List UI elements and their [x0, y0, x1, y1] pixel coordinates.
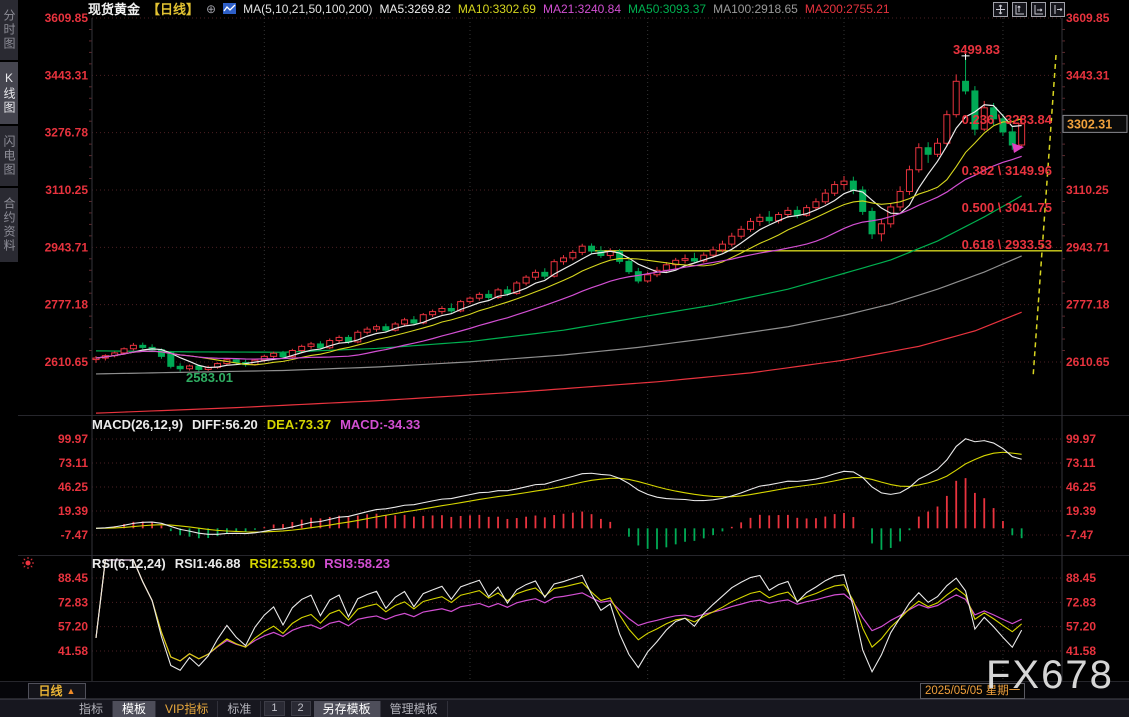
mini-chart-icon[interactable] — [223, 3, 236, 14]
macd-axis-label-right: 46.25 — [1066, 480, 1096, 494]
fib-0382-label: 0.382 \ 3149.96 — [962, 163, 1052, 178]
price-axis-label-left: 3443.31 — [45, 68, 89, 82]
ma-param-label: MA(5,10,21,50,100,200) — [243, 2, 372, 16]
ma21-value: MA21:3240.84 — [543, 2, 621, 16]
rsi3-value: RSI3:58.23 — [324, 556, 390, 571]
macd-axis-label-left: -7.47 — [61, 528, 89, 542]
rsi-title: RSI(6,12,24) — [92, 556, 166, 571]
ma5-value: MA5:3269.82 — [380, 2, 451, 16]
fib-0618-label: 0.618 \ 2933.53 — [962, 237, 1052, 252]
dashed-trend-line[interactable] — [1033, 55, 1056, 378]
tab-slot-1[interactable]: 1 — [264, 701, 284, 716]
sidebar-item-contract-info[interactable]: 合约资料 — [0, 188, 18, 262]
dea-line — [96, 452, 1022, 532]
rsi2-line — [96, 560, 1022, 661]
high-price-label: 3499.83 — [953, 42, 1000, 57]
rsi3-line — [96, 560, 1022, 661]
fib-0500-label: 0.500 \ 3041.75 — [962, 200, 1052, 215]
sidebar-item-kline-chart[interactable]: K线图 — [0, 62, 18, 124]
price-axis-label-left: 3110.25 — [45, 183, 88, 197]
period-selector[interactable]: 日线 ▲ — [28, 683, 86, 699]
price-axis-label-right: 2610.65 — [1066, 355, 1110, 369]
price-axis-label-left: 2610.65 — [45, 355, 89, 369]
tab-indicators[interactable]: 指标 — [70, 701, 113, 717]
sidebar-item-time-chart[interactable]: 分时图 — [0, 0, 18, 60]
price-axis-label-left: 3276.78 — [45, 126, 89, 140]
tab-manage-template[interactable]: 管理模板 — [381, 701, 448, 717]
period-arrow-icon: ▲ — [67, 687, 76, 696]
macd-axis-label-left: 99.97 — [58, 432, 88, 446]
price-axis-label-left: 2777.18 — [45, 298, 89, 312]
rsi-axis-label-right: 57.20 — [1066, 620, 1096, 634]
price-axis-label-right: 2777.18 — [1066, 298, 1110, 312]
macd-value: MACD:-34.33 — [340, 417, 420, 432]
tab-template[interactable]: 模板 — [113, 701, 156, 717]
macd-axis-label-right: 19.39 — [1066, 504, 1096, 518]
export-chart-icon[interactable] — [1050, 2, 1065, 17]
price-axis-label-right: 3443.31 — [1066, 68, 1110, 82]
price-axis-label-left: 2943.71 — [45, 240, 89, 254]
bottom-toolbar: 指标 模板 VIP指标 标准 1 2 另存模板 管理模板 — [0, 699, 1129, 717]
macd-histogram — [96, 478, 1022, 550]
ma100-line — [96, 256, 1022, 374]
pan-tool-icon[interactable] — [993, 2, 1008, 17]
price-axis-label-left: 3609.85 — [45, 11, 89, 25]
rsi1-value: RSI1:46.88 — [175, 556, 241, 571]
y-axis-scale-icon[interactable] — [1012, 2, 1027, 17]
rsi-axis-label-right: 72.83 — [1066, 595, 1096, 609]
ma21-line — [96, 156, 1022, 359]
ma10-line — [96, 119, 1022, 365]
macd-axis-label-left: 19.39 — [58, 504, 88, 518]
price-axis-label-right: 3110.25 — [1066, 183, 1109, 197]
rsi2-value: RSI2:53.90 — [249, 556, 315, 571]
macd-header: MACD(26,12,9) DIFF:56.20 DEA:73.37 MACD:-34… — [92, 417, 429, 432]
rsi1-line — [96, 560, 1022, 672]
ma50-value: MA50:3093.37 — [628, 2, 706, 16]
left-sidebar: 分时图 K线图 闪电图 合约资料 — [0, 0, 18, 717]
candlestick-series — [93, 56, 1025, 372]
fib-0236-label: 0.236 \ 3283.84 — [962, 112, 1052, 127]
tab-vip-indicators[interactable]: VIP指标 — [156, 701, 218, 717]
period-tag: 【日线】 — [147, 0, 199, 18]
fx678-watermark: FX678 — [986, 653, 1114, 698]
ma5-line — [96, 105, 1022, 368]
macd-axis-label-right: -7.47 — [1066, 528, 1094, 542]
current-price-value: 3302.31 — [1067, 117, 1112, 131]
low-price-label: 2583.01 — [186, 370, 233, 385]
macd-dea-value: DEA:73.37 — [267, 417, 331, 432]
macd-diff-value: DIFF:56.20 — [192, 417, 258, 432]
ma200-value: MA200:2755.21 — [805, 2, 890, 16]
price-axis-label-right: 2943.71 — [1066, 240, 1110, 254]
chart-header: 现货黄金【日线】 ⊕ MA(5,10,21,50,100,200) MA5:32… — [88, 0, 890, 17]
rsi-axis-label-right: 88.45 — [1066, 571, 1096, 585]
sidebar-item-lightning-chart[interactable]: 闪电图 — [0, 126, 18, 186]
symbol-name: 现货黄金 — [88, 0, 140, 18]
tab-save-template[interactable]: 另存模板 — [314, 701, 381, 717]
macd-axis-label-left: 46.25 — [58, 480, 88, 494]
time-axis-bar: 日线 ▲ 2025/05/05 星期一 — [0, 681, 1129, 699]
macd-axis-label-left: 73.11 — [59, 456, 89, 470]
macd-axis-label-right: 73.11 — [1066, 456, 1096, 470]
macd-axis-label-right: 99.97 — [1066, 432, 1096, 446]
ma10-value: MA10:3302.69 — [458, 2, 536, 16]
chart-toolbar-icons — [993, 2, 1065, 17]
tab-standard[interactable]: 标准 — [218, 701, 261, 717]
ma100-value: MA100:2918.65 — [713, 2, 798, 16]
macd-title: MACD(26,12,9) — [92, 417, 183, 432]
expand-icon[interactable]: ⊕ — [206, 2, 216, 16]
rsi-axis-label-left: 88.45 — [58, 571, 88, 585]
rsi-header: RSI(6,12,24) RSI1:46.88 RSI2:53.90 RSI3:58.… — [92, 556, 399, 571]
period-label: 日线 — [39, 685, 63, 697]
rsi-axis-label-left: 41.58 — [58, 644, 88, 658]
rsi-axis-label-left: 72.83 — [58, 595, 88, 609]
price-axis-label-right: 3609.85 — [1066, 11, 1110, 25]
x-axis-scale-icon[interactable] — [1031, 2, 1046, 17]
rsi-indicator-icon[interactable] — [22, 557, 34, 569]
rsi-axis-label-left: 57.20 — [58, 620, 88, 634]
tab-slot-2[interactable]: 2 — [291, 701, 311, 716]
